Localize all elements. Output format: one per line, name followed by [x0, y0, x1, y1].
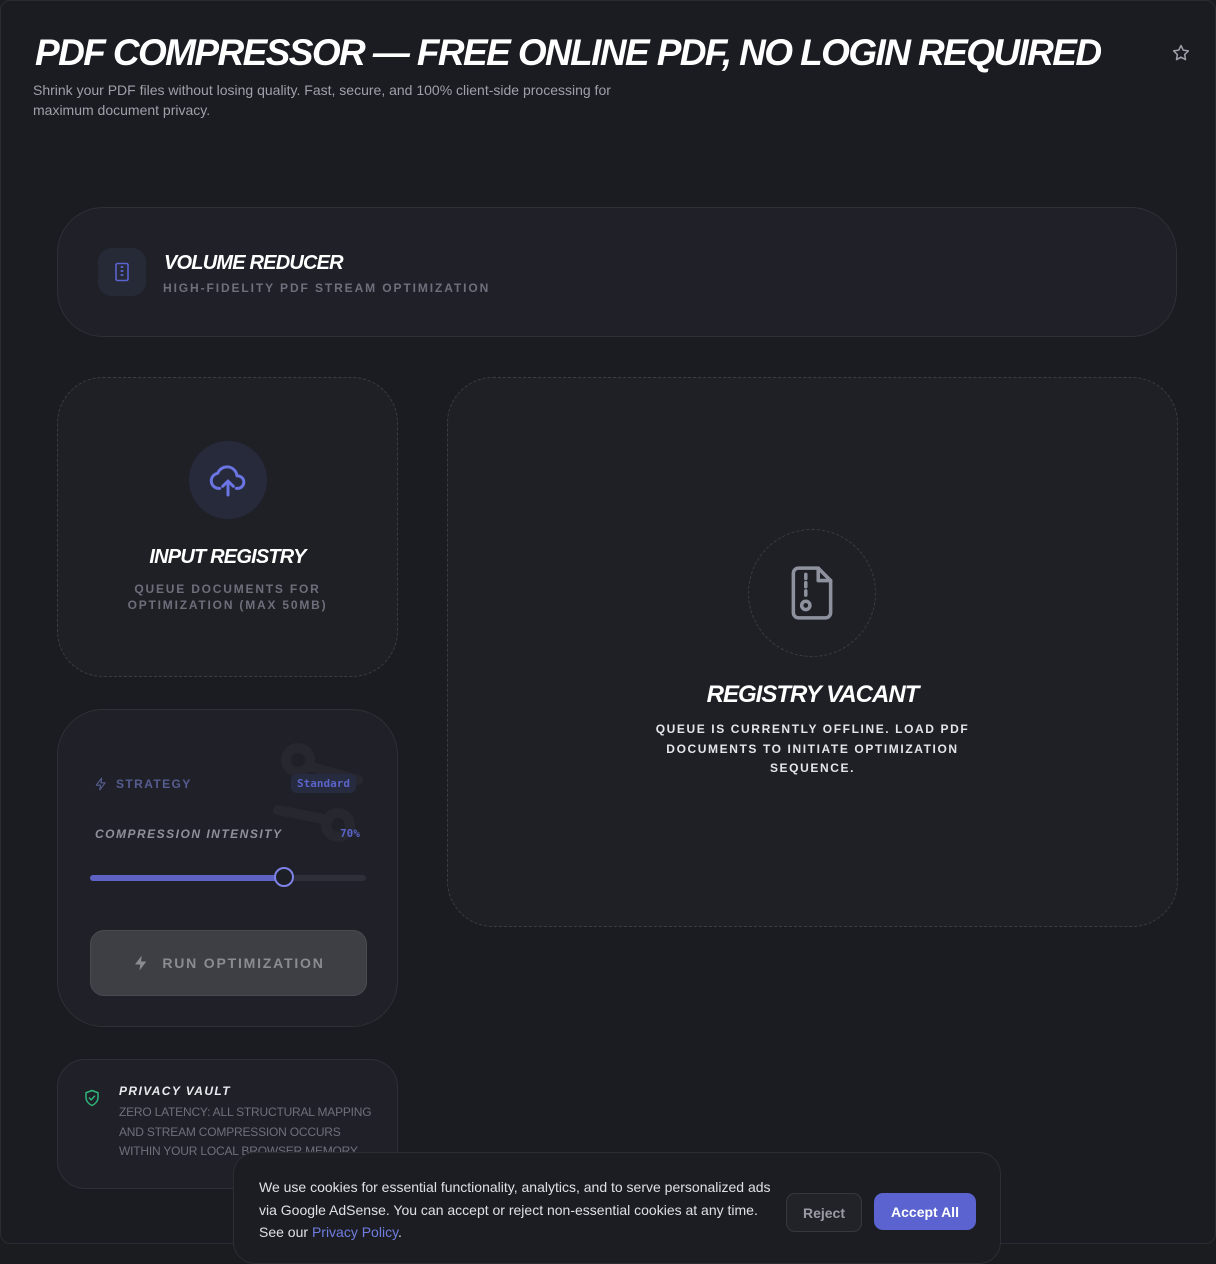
cookie-consent-banner: We use cookies for essential functionali… — [233, 1152, 1001, 1264]
module-subtitle: HIGH-FIDELITY PDF STREAM OPTIMIZATION — [163, 281, 491, 295]
upload-button[interactable] — [189, 441, 267, 519]
page-title: PDF COMPRESSOR — FREE ONLINE PDF, NO LOG… — [35, 32, 1102, 73]
reject-cookies-button[interactable]: Reject — [786, 1193, 862, 1232]
shield-check-icon — [85, 1089, 99, 1107]
strategy-label: STRATEGY — [94, 777, 192, 791]
run-optimization-label: RUN OPTIMIZATION — [162, 955, 325, 971]
archive-icon — [115, 262, 129, 282]
input-registry-title: INPUT REGISTRY — [149, 546, 306, 568]
star-icon — [1172, 44, 1190, 61]
run-optimization-button[interactable]: RUN OPTIMIZATION — [90, 930, 367, 996]
slider-fill — [90, 875, 284, 881]
favorite-button[interactable] — [1168, 40, 1194, 66]
page-subtitle: Shrink your PDF files without losing qua… — [33, 82, 611, 118]
cookie-text: We use cookies for essential functionali… — [259, 1176, 771, 1244]
input-registry-subtitle: QUEUE DOCUMENTS FOR OPTIMIZATION (MAX 50… — [127, 582, 328, 612]
accept-all-cookies-button[interactable]: Accept All — [874, 1193, 976, 1230]
compression-settings-card: STRATEGY Standard COMPRESSION INTENSITY … — [57, 709, 398, 1027]
lightning-icon — [135, 955, 147, 971]
cloud-upload-icon — [209, 465, 246, 497]
document-queue-panel: REGISTRY VACANT QUEUE IS CURRENTLY OFFLI… — [447, 377, 1178, 927]
upload-dropzone[interactable]: INPUT REGISTRY QUEUE DOCUMENTS FOR OPTIM… — [57, 377, 398, 677]
intensity-slider[interactable] — [90, 867, 366, 887]
strategy-label-text: STRATEGY — [116, 777, 192, 791]
file-archive-icon — [791, 566, 833, 620]
module-header: VOLUME REDUCER HIGH-FIDELITY PDF STREAM … — [57, 207, 1177, 337]
cookie-period: . — [398, 1224, 402, 1240]
registry-vacant-title: REGISTRY VACANT — [706, 681, 920, 708]
empty-state-icon-container — [748, 529, 876, 657]
intensity-value: 70% — [340, 827, 360, 840]
intensity-label: COMPRESSION INTENSITY — [95, 827, 283, 841]
privacy-vault-title: PRIVACY VAULT — [119, 1084, 231, 1098]
module-title: VOLUME REDUCER — [164, 252, 344, 274]
privacy-policy-link[interactable]: Privacy Policy — [312, 1224, 398, 1240]
strategy-select[interactable]: Standard — [291, 774, 356, 793]
registry-vacant-text: QUEUE IS CURRENTLY OFFLINE. LOAD PDF DOC… — [655, 722, 970, 775]
module-icon-container — [98, 248, 146, 296]
lightning-icon — [95, 777, 106, 791]
slider-thumb[interactable] — [274, 867, 295, 887]
